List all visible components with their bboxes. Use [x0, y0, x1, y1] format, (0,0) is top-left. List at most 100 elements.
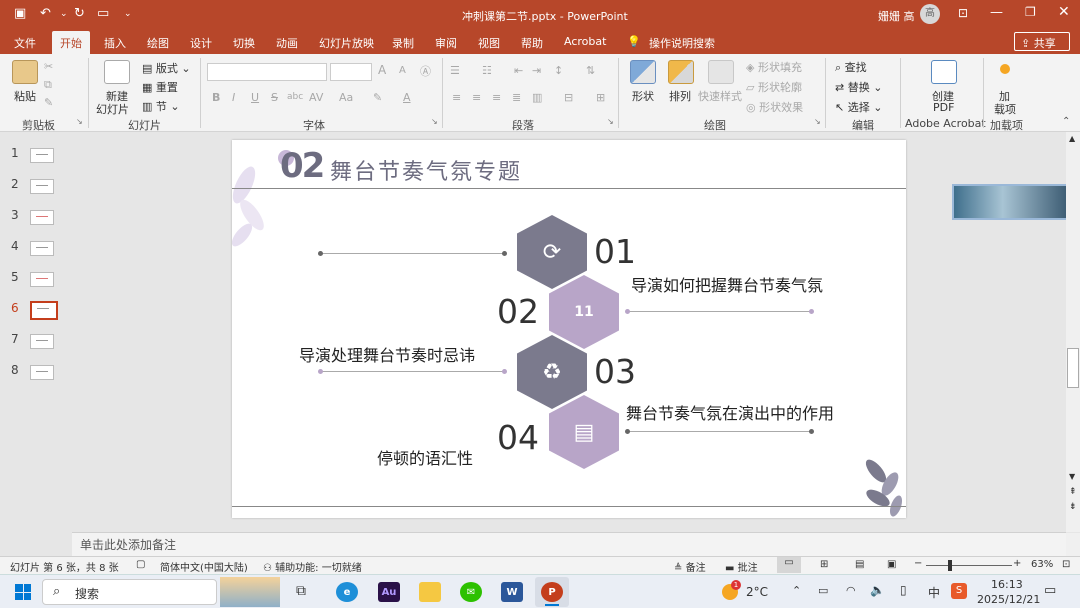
slide-thumbnail[interactable] [30, 365, 54, 380]
tab-file[interactable]: 文件 [14, 35, 36, 51]
start-windows-icon[interactable] [15, 584, 31, 600]
tab-insert[interactable]: 插入 [104, 35, 126, 51]
reset-button[interactable]: ▦ 重置 [142, 79, 178, 95]
italic-button[interactable]: I [232, 91, 235, 104]
reading-view-icon[interactable]: ▤ [855, 559, 864, 570]
copy-icon[interactable]: ⧉ [44, 78, 52, 92]
comments-button[interactable]: ▬ 批注 [725, 559, 758, 574]
user-name[interactable]: 姗姗 高 [878, 8, 915, 24]
language-indicator[interactable]: 简体中文(中国大陆) [160, 559, 248, 574]
shapes-icon[interactable] [630, 60, 656, 84]
prev-slide-icon[interactable]: ⇞ [1069, 487, 1077, 497]
off-slide-image[interactable] [952, 184, 1078, 220]
minimize-icon[interactable]: — [990, 5, 1003, 20]
powerpoint-taskbar-button[interactable]: P [535, 577, 569, 607]
undo-icon[interactable]: ↶ [40, 6, 51, 21]
smartart-icon[interactable]: ⊞ [596, 91, 605, 104]
search-highlight-image[interactable] [220, 577, 280, 607]
align-left-icon[interactable]: ≡ [452, 91, 461, 104]
increase-indent-icon[interactable]: ⇥ [532, 64, 541, 77]
arrange-button[interactable]: 排列 [669, 88, 691, 104]
paragraph-launcher-icon[interactable]: ↘ [607, 117, 614, 126]
shape-effects-button[interactable]: ◎ 形状效果 [746, 99, 803, 115]
edge-icon[interactable]: e [336, 582, 358, 602]
clipboard-launcher-icon[interactable]: ↘ [76, 117, 83, 126]
select-button[interactable]: ↖ 选择 ⌄ [835, 99, 882, 115]
tab-help[interactable]: 帮助 [521, 35, 543, 51]
highlight-icon[interactable]: ✎ [373, 91, 382, 104]
accessibility-button[interactable]: ⚇ 辅助功能: 一切就绪 [263, 559, 362, 574]
slide-thumbnail[interactable] [30, 272, 54, 287]
collapse-ribbon-icon[interactable]: ⌃ [1062, 116, 1070, 127]
zoom-in-icon[interactable]: + [1013, 558, 1021, 569]
scroll-thumb[interactable] [1067, 348, 1079, 388]
justify-icon[interactable]: ≣ [512, 91, 521, 104]
slideshow-icon[interactable]: ▣ [887, 559, 896, 570]
underline-button[interactable]: U [251, 91, 259, 104]
weather-temp[interactable]: 2°C [746, 585, 768, 599]
spelling-icon[interactable]: ▢ [136, 559, 145, 570]
find-button[interactable]: ⌕ 查找 [835, 59, 867, 75]
slide-sorter-icon[interactable]: ⊞ [820, 559, 828, 570]
drawing-launcher-icon[interactable]: ↘ [814, 117, 821, 126]
paste-icon[interactable] [12, 60, 38, 84]
ribbon-display-options-icon[interactable]: ⊡ [958, 6, 968, 20]
font-color-button[interactable]: A [403, 91, 411, 104]
zoom-slider-track[interactable] [926, 565, 1012, 566]
new-slide-icon[interactable] [104, 60, 130, 84]
arrange-icon[interactable] [668, 60, 694, 84]
show-hidden-icons-icon[interactable]: ⌃ [792, 584, 801, 597]
quick-styles-icon[interactable] [708, 60, 734, 84]
shape-outline-button[interactable]: ▱ 形状轮廓 [746, 79, 802, 95]
replace-button[interactable]: ⇄ 替换 ⌄ [835, 79, 882, 95]
shapes-button[interactable]: 形状 [632, 88, 654, 104]
redo-icon[interactable]: ↻ [74, 6, 85, 21]
file-explorer-icon[interactable] [419, 582, 441, 602]
save-icon[interactable]: ▣ [14, 6, 26, 21]
tab-draw[interactable]: 绘图 [147, 35, 169, 51]
tab-record[interactable]: 录制 [392, 35, 414, 51]
normal-view-icon[interactable]: ▭ [777, 557, 801, 573]
addins-icon[interactable] [1000, 64, 1010, 74]
start-from-beginning-icon[interactable]: ▭ [97, 6, 109, 21]
network-icon[interactable]: ▭ [818, 584, 828, 597]
numbering-icon[interactable]: ☷ [482, 64, 492, 77]
scroll-down-icon[interactable]: ▼ [1069, 472, 1075, 481]
next-slide-icon[interactable]: ⇟ [1069, 502, 1077, 512]
quick-styles-button[interactable]: 快速样式 [698, 88, 742, 104]
line-spacing-icon[interactable]: ↕ [554, 64, 563, 77]
clock-date[interactable]: 2025/12/21 [977, 593, 1040, 606]
change-case-button[interactable]: Aa [339, 91, 353, 104]
bold-button[interactable]: B [212, 91, 220, 104]
pdf-icon[interactable] [931, 60, 957, 84]
word-icon[interactable]: W [501, 582, 523, 602]
customize-qat-icon[interactable]: ⌄ [124, 9, 132, 19]
tab-design[interactable]: 设计 [190, 35, 212, 51]
notes-button[interactable]: ≜ 备注 [674, 559, 706, 574]
layout-button[interactable]: ▤ 版式 ⌄ [142, 60, 191, 76]
battery-icon[interactable]: ▯ [900, 583, 907, 597]
font-launcher-icon[interactable]: ↘ [431, 117, 438, 126]
slide-canvas[interactable]: 02 舞台节奏气氛专题 ⟳ 11 ♻ ▤ 01 02 03 04 导演如何把握舞… [232, 140, 906, 518]
bullets-icon[interactable]: ☰ [450, 64, 460, 77]
align-text-icon[interactable]: ⊟ [564, 91, 573, 104]
maximize-icon[interactable]: ❐ [1025, 5, 1036, 19]
text-direction-icon[interactable]: ⇅ [586, 64, 595, 77]
strikethrough-button[interactable]: S [271, 91, 278, 104]
tab-transitions[interactable]: 切换 [233, 35, 255, 51]
new-slide-label[interactable]: 幻灯片 [96, 101, 129, 117]
font-name-select[interactable] [207, 63, 327, 81]
addins-label[interactable]: 载项 [994, 101, 1016, 117]
section-button[interactable]: ▥ 节 ⌄ [142, 98, 180, 114]
font-size-select[interactable] [330, 63, 372, 81]
task-view-icon[interactable]: ⧉ [296, 583, 306, 599]
zoom-slider-handle[interactable] [948, 560, 952, 571]
create-pdf-label[interactable]: PDF [933, 101, 954, 114]
align-right-icon[interactable]: ≡ [492, 91, 501, 104]
notification-icon[interactable]: ▭ [1044, 583, 1056, 598]
align-center-icon[interactable]: ≡ [472, 91, 481, 104]
undo-dropdown-icon[interactable]: ⌄ [60, 9, 68, 19]
fit-to-window-icon[interactable]: ⊡ [1062, 559, 1070, 570]
increase-font-icon[interactable]: A [378, 63, 386, 77]
audition-icon[interactable]: Au [378, 582, 400, 602]
